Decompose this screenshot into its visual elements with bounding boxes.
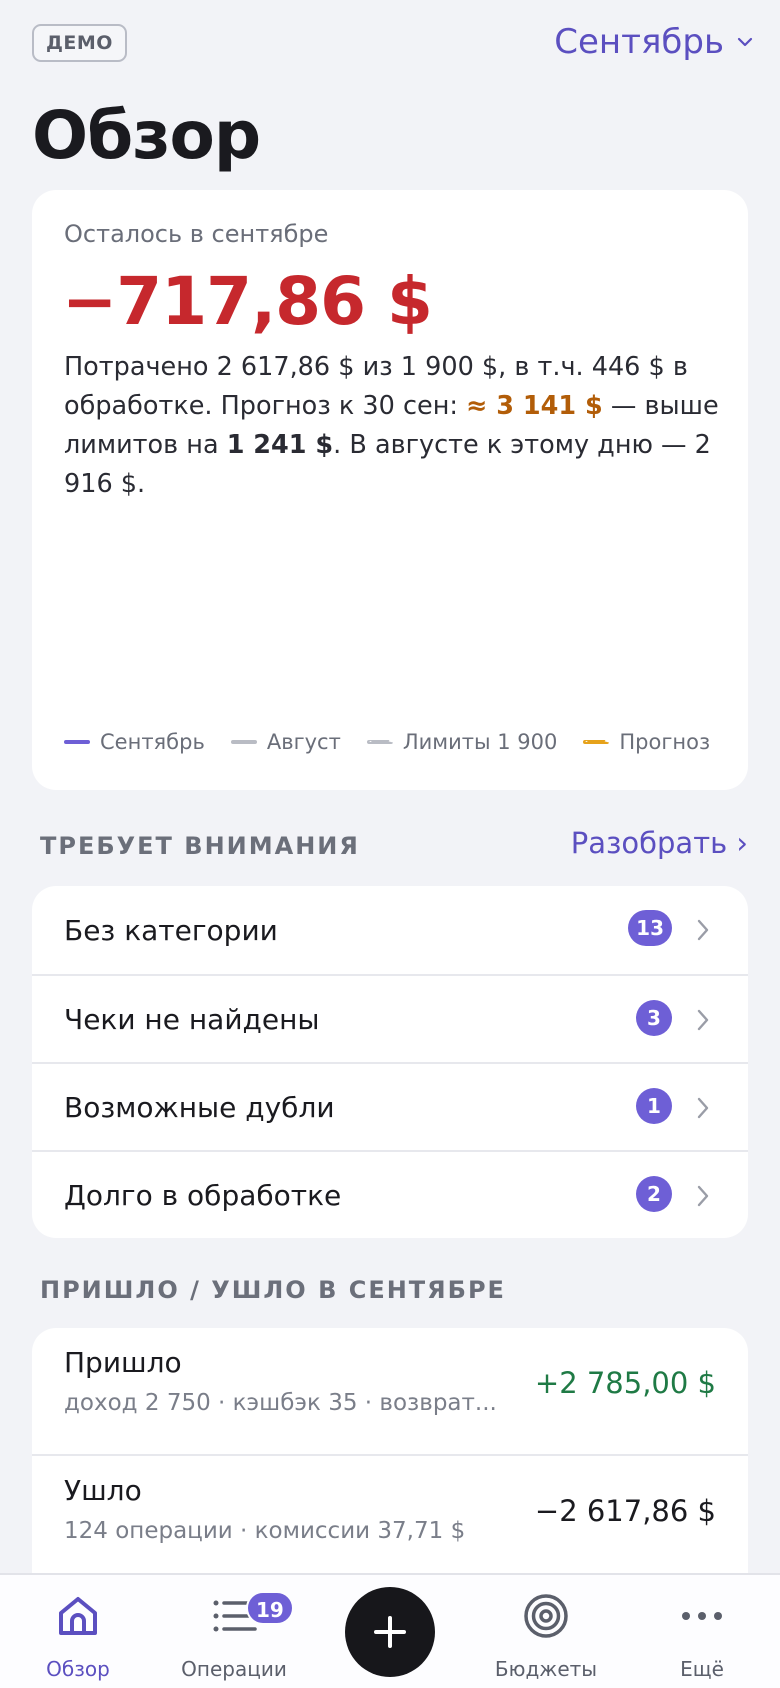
- sort-out-link[interactable]: Разобрать ›: [571, 826, 748, 860]
- legend-swatch-september: [64, 740, 90, 744]
- attention-item-uncategorized[interactable]: Без категории 13: [32, 886, 748, 974]
- attention-item-label: Долго в обработке: [64, 1178, 342, 1212]
- tab-operations[interactable]: 19 Операции: [164, 1575, 304, 1688]
- month-selector-label: Сентябрь: [554, 22, 724, 62]
- flow-row-title: Ушло: [64, 1474, 142, 1507]
- attention-item-receipts[interactable]: Чеки не найдены 3: [32, 974, 748, 1062]
- attention-item-label: Чеки не найдены: [64, 1002, 320, 1036]
- tab-more[interactable]: Ещё: [632, 1575, 772, 1688]
- legend-label-september: Сентябрь: [100, 730, 205, 754]
- home-icon: [59, 1597, 97, 1635]
- legend-swatch-forecast: [583, 740, 610, 744]
- attention-section-title: ТРЕБУЕТ ВНИМАНИЯ: [40, 832, 360, 860]
- attention-count-badge: 3: [636, 1000, 672, 1036]
- legend-swatch-august: [230, 740, 257, 744]
- top-bar: ДЕМО Сентябрь: [0, 0, 780, 90]
- tab-operations-label: Операции: [181, 1657, 287, 1681]
- flow-row-amount: +2 785,00 $: [534, 1366, 716, 1400]
- operations-badge: 19: [246, 1591, 294, 1625]
- legend-item-forecast: Прогноз: [583, 730, 710, 754]
- chevron-right-icon: [697, 1185, 709, 1207]
- flow-row-expense[interactable]: Ушло 124 операции · комиссии 37,71 $ −2 …: [32, 1454, 748, 1580]
- tab-overview-label: Обзор: [46, 1657, 110, 1681]
- attention-count-badge: 1: [636, 1088, 672, 1124]
- spending-chart: 1 900≈3 1412 6181102030: [32, 190, 748, 720]
- legend-label-forecast: Прогноз: [619, 730, 711, 754]
- tab-budgets[interactable]: Бюджеты: [476, 1575, 616, 1688]
- attention-item-pending[interactable]: Долго в обработке 2: [32, 1150, 748, 1238]
- attention-count-badge: 13: [628, 910, 672, 946]
- chevron-right-icon: [697, 919, 709, 941]
- attention-card: Без категории 13 Чеки не найдены 3 Возмо…: [32, 886, 748, 1238]
- flow-row-subtitle: доход 2 750 · кэшбэк 35 · возврат...: [64, 1390, 497, 1416]
- attention-item-label: Возможные дубли: [64, 1090, 335, 1124]
- month-selector[interactable]: Сентябрь: [554, 20, 754, 64]
- bottom-tab-bar: Обзор 19 Операции Бюджеты Ещё: [0, 1573, 780, 1688]
- add-button[interactable]: [345, 1587, 435, 1677]
- legend-label-limit: Лимиты 1 900: [402, 730, 558, 754]
- tab-budgets-label: Бюджеты: [494, 1657, 598, 1681]
- chart-legend: Сентябрь Август Лимиты 1 900 Прогноз: [64, 730, 710, 754]
- chevron-down-icon: [737, 37, 753, 47]
- legend-item-august: Август: [230, 730, 341, 754]
- legend-label-august: Август: [266, 730, 341, 754]
- demo-badge: ДЕМО: [32, 24, 127, 62]
- legend-item-september: Сентябрь: [64, 730, 205, 754]
- page-title: Обзор: [32, 97, 261, 174]
- tab-overview[interactable]: Обзор: [8, 1575, 148, 1688]
- flow-row-income[interactable]: Пришло доход 2 750 · кэшбэк 35 · возврат…: [32, 1328, 748, 1454]
- target-icon: [524, 1594, 568, 1638]
- flow-row-title: Пришло: [64, 1346, 182, 1379]
- plus-icon: [374, 1616, 406, 1648]
- chevron-right-icon: [697, 1097, 709, 1119]
- flow-section-title: ПРИШЛО / УШЛО В СЕНТЯБРЕ: [40, 1276, 506, 1304]
- flow-row-subtitle: 124 операции · комиссии 37,71 $: [64, 1518, 466, 1544]
- legend-item-limit: Лимиты 1 900: [366, 730, 558, 754]
- attention-item-label: Без категории: [64, 913, 278, 947]
- flow-row-amount: −2 617,86 $: [534, 1494, 716, 1528]
- more-dots-icon: [682, 1612, 722, 1620]
- attention-item-duplicates[interactable]: Возможные дубли 1: [32, 1062, 748, 1150]
- chevron-right-icon: [697, 1009, 709, 1031]
- attention-count-badge: 2: [636, 1176, 672, 1212]
- tab-more-label: Ещё: [680, 1657, 724, 1681]
- summary-card: Осталось в сентябре −717,86 $ Потрачено …: [32, 190, 748, 790]
- legend-swatch-limit: [366, 740, 393, 744]
